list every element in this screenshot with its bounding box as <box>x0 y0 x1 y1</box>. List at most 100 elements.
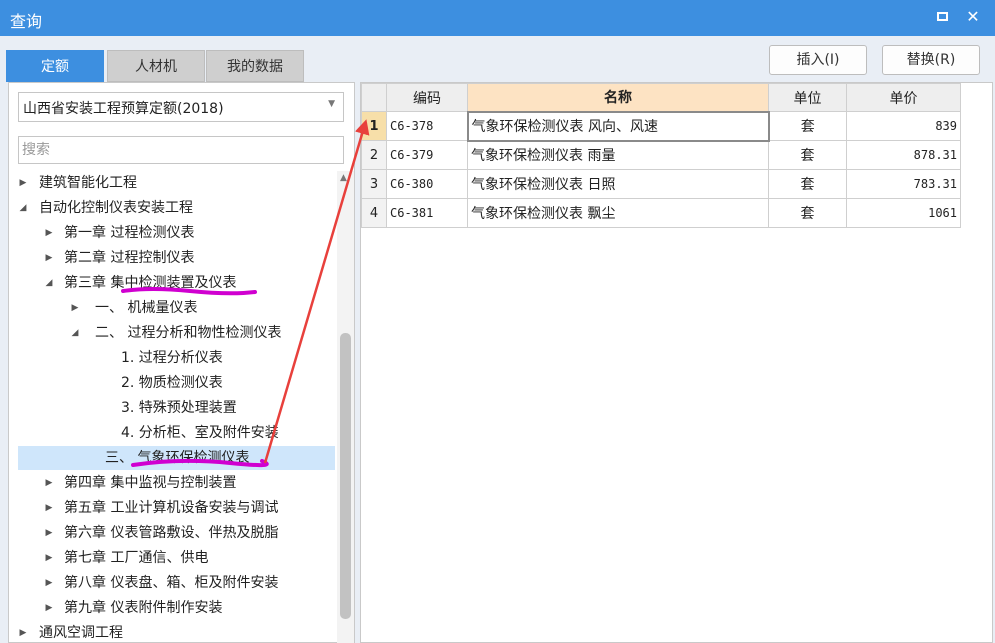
code-cell[interactable]: C6-378 <box>386 111 468 141</box>
tree-item[interactable]: ▶ 第九章 仪表附件制作安装 <box>9 596 337 620</box>
tree-item-label: 一、 机械量仪表 <box>95 300 198 316</box>
quota-table: 编码 名称 单位 单价 1 C6-378 气象环保检测仪表 风向、风速套 839 2 C6… <box>361 83 961 228</box>
tree-item-label: 第五章 工业计算机设备安装与调试 <box>64 500 279 516</box>
quota-grid: 编码 名称 单位 单价 1 C6-378 气象环保检测仪表 风向、风速套 839 2 C6… <box>360 82 993 643</box>
row-number-cell[interactable]: 1 <box>361 111 387 141</box>
tree-item-label: 二、 过程分析和物性检测仪表 <box>95 325 282 341</box>
expand-icon[interactable]: ▶ <box>43 496 55 520</box>
tab-quota[interactable]: 定额 <box>6 50 104 82</box>
expand-icon[interactable]: ▶ <box>43 521 55 545</box>
table-row[interactable]: 1 C6-378 气象环保检测仪表 风向、风速套 839 <box>361 110 961 142</box>
tree-item-label: 第三章 集中检测装置及仪表 <box>64 275 237 291</box>
tree-scrollbar[interactable]: ▲ <box>337 171 354 643</box>
expand-icon[interactable]: ▶ <box>17 621 29 643</box>
table-row[interactable]: 2 C6-379 气象环保检测仪表 雨量套 878.31 <box>361 140 961 170</box>
tree-item[interactable]: ▶ 第四章 集中监视与控制装置 <box>9 471 337 495</box>
maximize-icon[interactable] <box>932 6 954 28</box>
expand-icon[interactable]: ▶ <box>69 296 81 320</box>
quota-library-value: 山西省安装工程预算定额(2018) <box>23 101 224 117</box>
name-cell[interactable]: 气象环保检测仪表 飘尘 <box>467 198 769 228</box>
unit-column-header[interactable]: 单位 <box>768 83 847 112</box>
collapse-icon[interactable]: ◢ <box>69 321 81 345</box>
price-cell[interactable]: 1061 <box>846 198 961 228</box>
code-column-header[interactable]: 编码 <box>386 83 468 112</box>
expand-icon[interactable]: ▶ <box>43 546 55 570</box>
expand-icon[interactable]: ▶ <box>43 221 55 245</box>
tree-item-label: 第四章 集中监视与控制装置 <box>64 475 237 491</box>
tree-item[interactable]: 3. 特殊预处理装置 <box>9 396 337 420</box>
title-bar: 查询 ✕ <box>0 0 995 36</box>
name-cell[interactable]: 气象环保检测仪表 风向、风速 <box>466 110 770 142</box>
chevron-down-icon[interactable]: ▼ <box>328 99 335 109</box>
price-cell[interactable]: 878.31 <box>846 140 961 170</box>
tree-item-label: 4. 分析柜、室及附件安装 <box>121 425 279 441</box>
price-column-header[interactable]: 单价 <box>846 83 961 112</box>
table-row[interactable]: 3 C6-380 气象环保检测仪表 日照套 783.31 <box>361 169 961 199</box>
replace-button[interactable]: 替换(R) <box>882 45 980 75</box>
tree-item[interactable]: ▶ 第六章 仪表管路敷设、伴热及脱脂 <box>9 521 337 545</box>
tree-item[interactable]: ◢ 第三章 集中检测装置及仪表 <box>9 271 337 295</box>
scrollbar-thumb[interactable] <box>340 333 351 619</box>
tab-my-data[interactable]: 我的数据 <box>206 50 304 82</box>
name-cell[interactable]: 气象环保检测仪表 日照 <box>467 169 769 199</box>
expand-icon[interactable]: ▶ <box>43 596 55 620</box>
collapse-icon[interactable]: ◢ <box>17 196 29 220</box>
tree-item-label: 1. 过程分析仪表 <box>121 350 223 366</box>
unit-cell[interactable]: 套 <box>768 169 847 199</box>
name-column-header[interactable]: 名称 <box>467 83 769 112</box>
expand-icon[interactable]: ▶ <box>43 471 55 495</box>
query-window: 查询 ✕ 定额 人材机 我的数据 插入(I) 替换(R) 山西省安装工程预算定额… <box>0 0 995 643</box>
code-cell[interactable]: C6-379 <box>386 140 468 170</box>
unit-cell[interactable]: 套 <box>768 140 847 170</box>
quota-library-select[interactable]: 山西省安装工程预算定额(2018) ▼ <box>18 92 344 122</box>
tree-item-label: 自动化控制仪表安装工程 <box>39 200 193 216</box>
code-cell[interactable]: C6-380 <box>386 169 468 199</box>
tree-item-label: 第九章 仪表附件制作安装 <box>64 600 223 616</box>
expand-icon[interactable]: ▶ <box>43 246 55 270</box>
expand-icon[interactable]: ▶ <box>43 571 55 595</box>
search-input[interactable] <box>18 136 344 164</box>
price-cell[interactable]: 783.31 <box>846 169 961 199</box>
price-cell[interactable]: 839 <box>846 111 961 141</box>
tree-item[interactable]: ▶ 第二章 过程控制仪表 <box>9 246 337 270</box>
expand-icon[interactable]: ▶ <box>17 171 29 195</box>
tree-item[interactable]: ◢ 二、 过程分析和物性检测仪表 <box>9 321 337 345</box>
tree-item-label: 2. 物质检测仪表 <box>121 375 223 391</box>
tree-item[interactable]: ▶ 一、 机械量仪表 <box>9 296 337 320</box>
tree-item-label: 第一章 过程检测仪表 <box>64 225 195 241</box>
tree-item-label: 三、 气象环保检测仪表 <box>105 450 250 466</box>
quota-tree: ▶ 建筑智能化工程 ◢ 自动化控制仪表安装工程 ▶ 第一章 过程检测仪表 ▶ 第二章 过程控制… <box>9 171 337 643</box>
tree-item[interactable]: ▶ 建筑智能化工程 <box>9 171 337 195</box>
row-number-cell[interactable]: 3 <box>361 169 387 199</box>
tree-item[interactable]: 2. 物质检测仪表 <box>9 371 337 395</box>
row-number-cell[interactable]: 2 <box>361 140 387 170</box>
code-cell[interactable]: C6-381 <box>386 198 468 228</box>
quota-table-body: 1 C6-378 气象环保检测仪表 风向、风速套 839 2 C6-379 气象环保检测仪表… <box>361 110 961 228</box>
tree-item[interactable]: 1. 过程分析仪表 <box>9 346 337 370</box>
tree-item[interactable]: ▶ 第五章 工业计算机设备安装与调试 <box>9 496 337 520</box>
name-cell[interactable]: 气象环保检测仪表 雨量 <box>467 140 769 170</box>
window-title: 查询 <box>10 12 43 31</box>
close-icon[interactable]: ✕ <box>962 6 984 28</box>
row-number-cell[interactable]: 4 <box>361 198 387 228</box>
quota-tree-panel: 山西省安装工程预算定额(2018) ▼ ▶ 建筑智能化工程 ◢ 自动化控制仪表安装工程… <box>8 82 355 643</box>
tree-item-label: 3. 特殊预处理装置 <box>121 400 237 416</box>
tree-item-label: 建筑智能化工程 <box>39 175 137 191</box>
insert-button[interactable]: 插入(I) <box>769 45 867 75</box>
tree-item[interactable]: ▶ 通风空调工程 <box>9 621 337 643</box>
tree-item[interactable]: ◢ 自动化控制仪表安装工程 <box>9 196 337 220</box>
unit-cell[interactable]: 套 <box>768 111 847 141</box>
tree-item-label: 通风空调工程 <box>39 625 123 641</box>
unit-cell[interactable]: 套 <box>768 198 847 228</box>
tree-item[interactable]: 4. 分析柜、室及附件安装 <box>9 421 337 445</box>
tree-item-label: 第二章 过程控制仪表 <box>64 250 195 266</box>
collapse-icon[interactable]: ◢ <box>43 271 55 295</box>
tree-item-label: 第七章 工厂通信、供电 <box>64 550 209 566</box>
tree-item[interactable]: 三、 气象环保检测仪表 <box>18 446 335 470</box>
table-row[interactable]: 4 C6-381 气象环保检测仪表 飘尘套 1061 <box>361 198 961 228</box>
scroll-up-icon[interactable]: ▲ <box>340 173 347 183</box>
tree-item[interactable]: ▶ 第八章 仪表盘、箱、柜及附件安装 <box>9 571 337 595</box>
tree-item[interactable]: ▶ 第一章 过程检测仪表 <box>9 221 337 245</box>
tree-item[interactable]: ▶ 第七章 工厂通信、供电 <box>9 546 337 570</box>
tab-labor-material-machine[interactable]: 人材机 <box>107 50 205 82</box>
